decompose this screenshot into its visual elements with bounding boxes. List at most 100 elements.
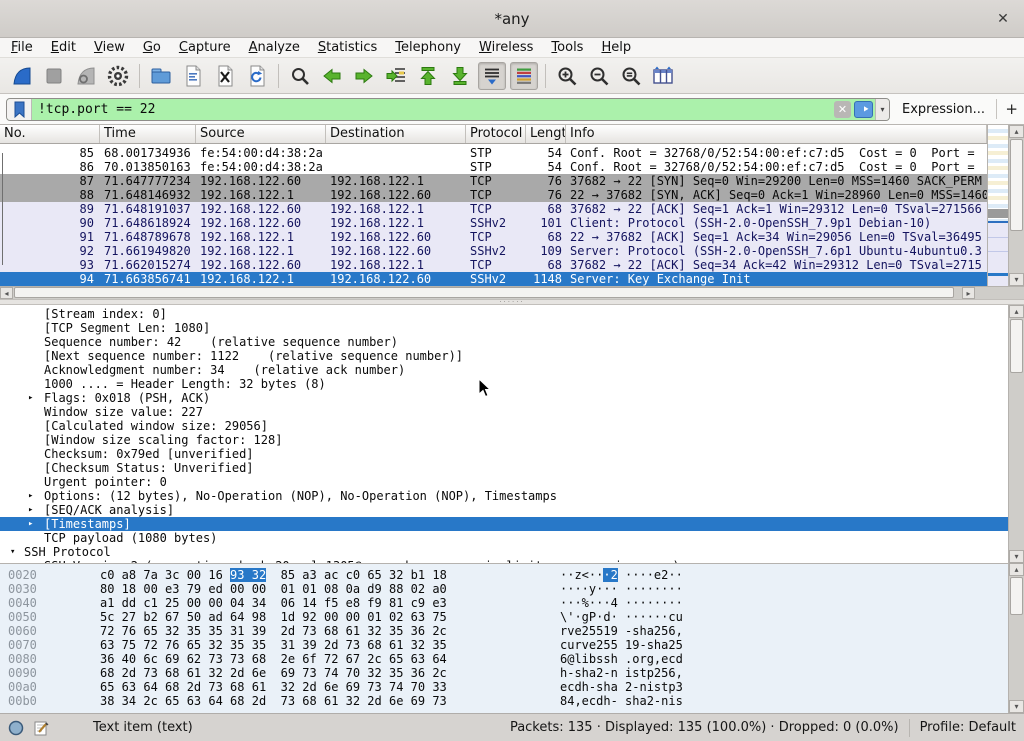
detail-line[interactable]: ▸[SEQ/ACK analysis] [0, 503, 1008, 517]
hex-bytes[interactable]: 36 40 6c 69 62 73 73 68 2e 6f 72 67 2c 6… [100, 652, 447, 666]
hex-bytes[interactable]: 65 63 64 68 2d 73 68 61 32 2d 6e 69 73 7… [100, 680, 447, 694]
column-header-protocol[interactable]: Protocol [466, 125, 526, 143]
hex-row-0060[interactable]: 006072 76 65 32 35 35 31 39 2d 73 68 61 … [0, 624, 1024, 638]
hex-row-0090[interactable]: 009068 2d 73 68 61 32 2d 6e 69 73 74 70 … [0, 666, 1024, 680]
add-filter-button[interactable]: + [1005, 100, 1018, 118]
packet-row-85[interactable]: 8568.001734936fe:54:00:d4:38:2aSTP54Conf… [0, 146, 987, 160]
hex-bytes[interactable]: 63 75 72 76 65 32 35 35 31 39 2d 73 68 6… [100, 638, 447, 652]
column-header-source[interactable]: Source [196, 125, 326, 143]
expression-button[interactable]: Expression... [902, 102, 985, 117]
zoom-original-button[interactable] [617, 62, 645, 90]
menu-analyze[interactable]: Analyze [240, 38, 309, 57]
menu-file[interactable]: File [2, 38, 42, 57]
menu-statistics[interactable]: Statistics [309, 38, 386, 57]
detail-line[interactable]: ▸[Timestamps] [0, 517, 1008, 531]
detail-line[interactable]: [Next sequence number: 1122 (relative se… [0, 349, 1008, 363]
hex-row-0030[interactable]: 003080 18 00 e3 79 ed 00 00 01 01 08 0a … [0, 582, 1024, 596]
packet-row-93[interactable]: 9371.662015274192.168.122.60192.168.122.… [0, 258, 987, 272]
hex-bytes[interactable]: a1 dd c1 25 00 00 04 34 06 14 f5 e8 f9 8… [100, 596, 447, 610]
hex-row-0020[interactable]: 0020c0 a8 7a 3c 00 16 93 32 85 a3 ac c0 … [0, 568, 1024, 582]
scroll-down-button[interactable]: ▾ [1009, 550, 1024, 563]
scroll-thumb[interactable] [14, 287, 954, 298]
menu-tools[interactable]: Tools [542, 38, 592, 57]
column-header-destination[interactable]: Destination [326, 125, 466, 143]
hex-ascii[interactable]: ····y··· ········ [560, 582, 683, 596]
filter-input[interactable]: !tcp.port == 22 [32, 102, 834, 117]
packet-row-90[interactable]: 9071.648618924192.168.122.60192.168.122.… [0, 216, 987, 230]
menu-go[interactable]: Go [134, 38, 170, 57]
packet-minimap[interactable] [987, 125, 1008, 286]
packet-row-89[interactable]: 8971.648191037192.168.122.60192.168.122.… [0, 202, 987, 216]
detail-line[interactable]: Window size value: 227 [0, 405, 1008, 419]
menu-edit[interactable]: Edit [42, 38, 85, 57]
save-file-button[interactable] [179, 62, 207, 90]
filter-clear-button[interactable]: ✕ [834, 101, 851, 118]
packet-list-vscrollbar[interactable]: ▴ ▾ [1008, 125, 1024, 286]
start-capture-button[interactable] [8, 62, 36, 90]
packet-row-92[interactable]: 9271.661949820192.168.122.1192.168.122.6… [0, 244, 987, 258]
hex-ascii[interactable]: ···%···4 ········ [560, 596, 683, 610]
hex-bytes[interactable]: 38 34 2c 65 63 64 68 2d 73 68 61 32 2d 6… [100, 694, 447, 708]
menu-view[interactable]: View [85, 38, 134, 57]
go-forward-button[interactable] [350, 62, 378, 90]
hex-bytes[interactable]: c0 a8 7a 3c 00 16 93 32 85 a3 ac c0 65 3… [100, 568, 447, 582]
hex-row-0080[interactable]: 008036 40 6c 69 62 73 73 68 2e 6f 72 67 … [0, 652, 1024, 666]
column-header-no[interactable]: No. [0, 125, 100, 143]
detail-line[interactable]: 1000 .... = Header Length: 32 bytes (8) [0, 377, 1008, 391]
detail-line[interactable]: [Stream index: 0] [0, 307, 1008, 321]
detail-line[interactable]: Sequence number: 42 (relative sequence n… [0, 335, 1008, 349]
detail-line[interactable]: Checksum: 0x79ed [unverified] [0, 447, 1008, 461]
close-window-button[interactable]: ✕ [994, 10, 1012, 28]
hex-row-0050[interactable]: 00505c 27 b2 67 50 ad 64 98 1d 92 00 00 … [0, 610, 1024, 624]
status-profile[interactable]: Profile: Default [920, 720, 1016, 735]
hex-bytes[interactable]: 5c 27 b2 67 50 ad 64 98 1d 92 00 00 01 0… [100, 610, 447, 624]
scroll-down-button[interactable]: ▾ [1009, 273, 1024, 286]
zoom-out-button[interactable] [585, 62, 613, 90]
details-vscrollbar[interactable]: ▴ ▾ [1008, 305, 1024, 563]
capture-comment-icon[interactable] [34, 720, 49, 736]
filter-apply-button[interactable] [854, 101, 873, 118]
detail-line[interactable]: [TCP Segment Len: 1080] [0, 321, 1008, 335]
hex-ascii[interactable]: ecdh-sha 2-nistp3 [560, 680, 683, 694]
zoom-in-button[interactable] [553, 62, 581, 90]
detail-line[interactable]: ▸Flags: 0x018 (PSH, ACK) [0, 391, 1008, 405]
packet-row-88[interactable]: 8871.648146932192.168.122.1192.168.122.6… [0, 188, 987, 202]
hex-ascii[interactable]: h-sha2-n istp256, [560, 666, 683, 680]
close-file-button[interactable] [211, 62, 239, 90]
hex-ascii[interactable]: curve255 19-sha25 [560, 638, 683, 652]
detail-line[interactable]: Acknowledgment number: 34 (relative ack … [0, 363, 1008, 377]
detail-line[interactable]: [Calculated window size: 29056] [0, 419, 1008, 433]
menu-telephony[interactable]: Telephony [386, 38, 470, 57]
collapse-arrow-icon[interactable]: ▸ [28, 489, 33, 503]
scroll-thumb[interactable] [1010, 577, 1023, 615]
detail-line[interactable]: [Window size scaling factor: 128] [0, 433, 1008, 447]
go-back-button[interactable] [318, 62, 346, 90]
scroll-up-button[interactable]: ▴ [1009, 125, 1024, 138]
detail-line[interactable]: ▾SSH Protocol [0, 545, 1008, 559]
capture-options-button[interactable] [104, 62, 132, 90]
go-to-packet-button[interactable] [382, 62, 410, 90]
menu-wireless[interactable]: Wireless [470, 38, 542, 57]
scroll-thumb[interactable] [1010, 139, 1023, 231]
hex-ascii[interactable]: 6@libssh .org,ecd [560, 652, 683, 666]
packet-row-91[interactable]: 9171.648789678192.168.122.1192.168.122.6… [0, 230, 987, 244]
filter-bookmark-button[interactable] [7, 99, 32, 120]
hex-ascii[interactable]: ··z<···2 ····e2·· [560, 568, 683, 582]
hex-row-0070[interactable]: 007063 75 72 76 65 32 35 35 31 39 2d 73 … [0, 638, 1024, 652]
scroll-thumb[interactable] [1010, 319, 1023, 373]
collapse-arrow-icon[interactable]: ▸ [28, 503, 33, 517]
hex-row-0040[interactable]: 0040a1 dd c1 25 00 00 04 34 06 14 f5 e8 … [0, 596, 1024, 610]
detail-line[interactable]: [Checksum Status: Unverified] [0, 461, 1008, 475]
detail-line[interactable]: Urgent pointer: 0 [0, 475, 1008, 489]
menu-capture[interactable]: Capture [170, 38, 240, 57]
packet-row-87[interactable]: 8771.647777234192.168.122.60192.168.122.… [0, 174, 987, 188]
expert-info-icon[interactable] [8, 720, 24, 736]
scroll-down-button[interactable]: ▾ [1009, 700, 1024, 713]
column-header-length[interactable]: Length [526, 125, 566, 143]
hex-ascii[interactable]: rve25519 -sha256, [560, 624, 683, 638]
detail-line[interactable]: ▸Options: (12 bytes), No-Operation (NOP)… [0, 489, 1008, 503]
hex-bytes[interactable]: 80 18 00 e3 79 ed 00 00 01 01 08 0a d9 8… [100, 582, 447, 596]
hex-ascii[interactable]: \'·gP·d· ······cu [560, 610, 683, 624]
stop-capture-button[interactable] [40, 62, 68, 90]
scroll-up-button[interactable]: ▴ [1009, 563, 1024, 576]
